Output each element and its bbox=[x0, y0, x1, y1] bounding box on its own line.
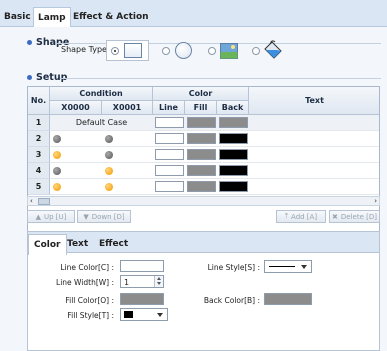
row-number: 3 bbox=[28, 147, 50, 163]
header-line: Line bbox=[153, 101, 185, 115]
stepper-arrows[interactable] bbox=[154, 276, 163, 287]
header-fill: Fill bbox=[185, 101, 217, 115]
shape-option-rectangle[interactable] bbox=[106, 40, 149, 61]
lamp-off-icon bbox=[53, 135, 61, 143]
shape-radio-custom[interactable] bbox=[252, 47, 260, 55]
fill-color-swatch[interactable] bbox=[187, 165, 216, 176]
fill-color-swatch[interactable] bbox=[187, 117, 216, 128]
delete-button[interactable]: ✖ Delete [D] bbox=[329, 210, 380, 223]
fill-color-picker[interactable] bbox=[120, 293, 164, 305]
scroll-right-icon[interactable]: › bbox=[374, 198, 377, 205]
lamp-off-icon bbox=[105, 151, 113, 159]
fill-color-swatch[interactable] bbox=[187, 149, 216, 160]
tab-color[interactable]: Color bbox=[28, 234, 67, 255]
lamp-on-icon bbox=[53, 151, 61, 159]
circle-icon bbox=[175, 42, 192, 59]
row-number: 4 bbox=[28, 163, 50, 179]
back-color-swatch[interactable] bbox=[219, 181, 248, 192]
down-button[interactable]: ▼ Down [D] bbox=[77, 210, 131, 223]
tab-basic[interactable]: Basic bbox=[0, 7, 35, 27]
shape-option-circle[interactable] bbox=[160, 42, 200, 62]
horizontal-scrollbar[interactable]: ‹ › bbox=[27, 196, 380, 206]
up-button[interactable]: ▲ Up [U] bbox=[27, 210, 75, 223]
fill-color-swatch[interactable] bbox=[187, 133, 216, 144]
line-color-swatch[interactable] bbox=[155, 165, 184, 176]
delete-icon: ✖ bbox=[332, 212, 338, 221]
stepper-down-icon[interactable] bbox=[157, 282, 161, 285]
back-color-swatch[interactable] bbox=[219, 165, 248, 176]
lamp-off-icon bbox=[53, 167, 61, 175]
fill-style-swatch bbox=[124, 311, 133, 318]
lamp-on-icon bbox=[105, 167, 113, 175]
setup-divider bbox=[60, 78, 381, 79]
scroll-left-icon[interactable]: ‹ bbox=[30, 198, 33, 205]
paint-bucket-icon bbox=[264, 40, 282, 59]
chevron-down-icon bbox=[157, 313, 163, 317]
line-width-value: 1 bbox=[124, 278, 130, 287]
stepper-up-icon[interactable] bbox=[157, 277, 161, 280]
line-color-swatch[interactable] bbox=[155, 133, 184, 144]
chevron-down-icon bbox=[301, 265, 307, 269]
bullet-icon bbox=[27, 75, 32, 80]
back-color-swatch[interactable] bbox=[219, 133, 248, 144]
arrow-up-icon: ▲ bbox=[35, 212, 41, 221]
line-color-label: Line Color[C] : bbox=[60, 263, 114, 272]
line-width-stepper[interactable]: 1 bbox=[120, 275, 164, 288]
add-row-icon: ⤒ bbox=[284, 212, 289, 220]
line-color-swatch[interactable] bbox=[155, 149, 184, 160]
header-x0001: X0001 bbox=[102, 101, 153, 115]
header-no: No. bbox=[28, 87, 50, 115]
row-number: 1 bbox=[28, 115, 50, 131]
header-condition: Condition bbox=[50, 87, 153, 101]
back-color-swatch[interactable] bbox=[219, 149, 248, 160]
fill-color-swatch[interactable] bbox=[187, 181, 216, 192]
line-color-swatch[interactable] bbox=[155, 181, 184, 192]
lamp-off-icon bbox=[105, 135, 113, 143]
fill-style-label: Fill Style[T] : bbox=[67, 311, 114, 320]
line-width-label: Line Width[W] : bbox=[56, 278, 114, 287]
header-back: Back bbox=[217, 101, 249, 115]
shape-type-label: Shape Type : bbox=[61, 45, 113, 54]
row-number: 2 bbox=[28, 131, 50, 147]
tab-text[interactable]: Text bbox=[62, 234, 93, 254]
back-color-label: Back Color[B] : bbox=[203, 296, 260, 305]
tab-effect-action[interactable]: Effect & Action bbox=[69, 7, 153, 27]
tab-lamp[interactable]: Lamp bbox=[33, 7, 71, 28]
default-case-label: Default Case bbox=[75, 118, 128, 127]
line-style-label: Line Style[S] : bbox=[207, 263, 260, 272]
solid-line-icon bbox=[269, 266, 295, 267]
lamp-on-icon bbox=[105, 183, 113, 191]
shape-radio-image[interactable] bbox=[208, 47, 216, 55]
header-x0000: X0000 bbox=[50, 101, 102, 115]
line-color-swatch[interactable] bbox=[155, 117, 184, 128]
row-number: 5 bbox=[28, 179, 50, 195]
image-icon bbox=[220, 43, 238, 59]
lamp-on-icon bbox=[53, 183, 61, 191]
arrow-down-icon: ▼ bbox=[83, 212, 89, 221]
back-color-swatch[interactable] bbox=[219, 117, 248, 128]
back-color-picker[interactable] bbox=[264, 293, 312, 305]
shape-option-image[interactable] bbox=[206, 42, 246, 62]
main-tab-bar: Basic Lamp Effect & Action bbox=[0, 0, 387, 28]
header-text: Text bbox=[249, 87, 379, 115]
scrollbar-thumb[interactable] bbox=[38, 198, 50, 205]
line-color-picker[interactable] bbox=[120, 260, 164, 272]
bullet-icon bbox=[27, 40, 32, 45]
line-style-select[interactable] bbox=[264, 260, 312, 273]
shape-radio-rectangle[interactable] bbox=[111, 47, 119, 55]
tab-effect[interactable]: Effect bbox=[94, 234, 133, 254]
fill-color-label: Fill Color[O] : bbox=[65, 296, 114, 305]
fill-style-select[interactable] bbox=[120, 308, 168, 321]
header-color: Color bbox=[153, 87, 249, 101]
add-button[interactable]: ⤒ Add [A] bbox=[276, 210, 326, 223]
properties-tab-bar: Color Text Effect bbox=[27, 231, 380, 255]
shape-radio-circle[interactable] bbox=[162, 47, 170, 55]
shape-option-custom[interactable] bbox=[250, 40, 290, 62]
rectangle-icon bbox=[124, 43, 142, 58]
